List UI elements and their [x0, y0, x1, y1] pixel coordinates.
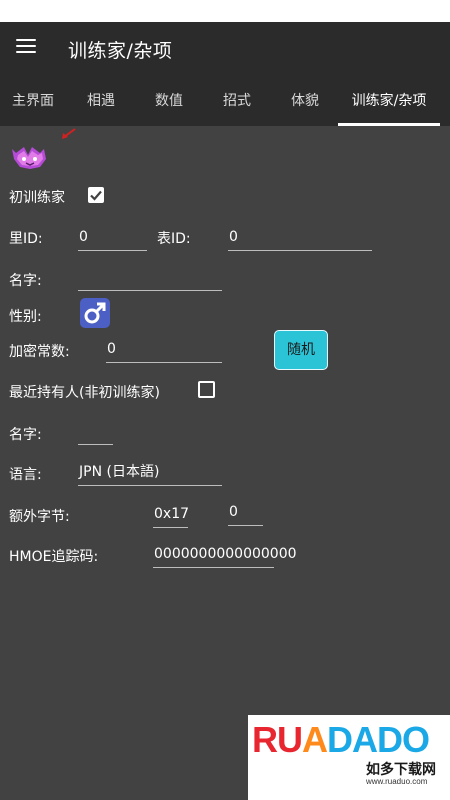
- tab-trainer-misc[interactable]: 训练家/杂项: [338, 76, 440, 126]
- trainer-name-label: 名字:: [9, 273, 42, 289]
- app-bar: 训练家/杂项: [0, 22, 450, 76]
- tab-bar: 主界面 相遇 数值 招式 体貌 训练家/杂项: [0, 76, 450, 126]
- encryption-constant-input[interactable]: 0: [106, 338, 222, 363]
- tracker-label: HMOE追踪码:: [9, 549, 99, 565]
- tid-label: 表ID:: [157, 231, 191, 247]
- tab-appearance[interactable]: 体貌: [272, 76, 338, 126]
- watermark-chinese: 如多下载网: [366, 762, 436, 778]
- sid-input[interactable]: 0: [78, 226, 147, 251]
- watermark-url: www.ruaduo.com: [366, 777, 428, 786]
- random-button[interactable]: 随机: [274, 330, 328, 370]
- recent-holder-checkbox[interactable]: [198, 381, 215, 398]
- language-select[interactable]: JPN (日本語): [78, 461, 222, 486]
- gender-button[interactable]: [80, 298, 110, 328]
- encryption-constant-label: 加密常数:: [9, 344, 70, 360]
- original-trainer-checkbox[interactable]: [88, 187, 104, 203]
- holder-name-input[interactable]: [78, 420, 113, 445]
- holder-name-label: 名字:: [9, 427, 42, 443]
- tab-stats[interactable]: 数值: [136, 76, 202, 126]
- tab-moves[interactable]: 招式: [202, 76, 272, 126]
- red-arrow-icon: [62, 128, 76, 139]
- original-trainer-label: 初训练家: [9, 190, 65, 206]
- tab-encounter[interactable]: 相遇: [66, 76, 136, 126]
- extra-bytes-label: 额外字节:: [9, 509, 70, 525]
- sid-label: 里ID:: [9, 231, 43, 247]
- extra-bytes-offset-select[interactable]: 0x17: [153, 503, 189, 528]
- trainer-name-input[interactable]: [78, 266, 222, 291]
- male-symbol-icon: [84, 302, 106, 324]
- checkmark-icon: [90, 190, 102, 201]
- watermark-brand: RUADADO: [252, 719, 430, 760]
- recent-holder-label: 最近持有人(非初训练家): [9, 385, 160, 401]
- status-bar: [0, 0, 450, 22]
- language-label: 语言:: [9, 467, 42, 483]
- extra-bytes-value-input[interactable]: 0: [228, 501, 263, 526]
- pokemon-sprite-icon: [12, 147, 46, 169]
- tid-input[interactable]: 0: [228, 226, 372, 251]
- gender-label: 性别:: [9, 309, 42, 325]
- tracker-input[interactable]: 0000000000000000: [153, 543, 297, 568]
- tab-main[interactable]: 主界面: [0, 76, 66, 126]
- menu-icon[interactable]: [16, 39, 36, 59]
- watermark-logo: RUADADO 如多下载网 www.ruaduo.com: [248, 715, 450, 800]
- page-title: 训练家/杂项: [68, 40, 173, 62]
